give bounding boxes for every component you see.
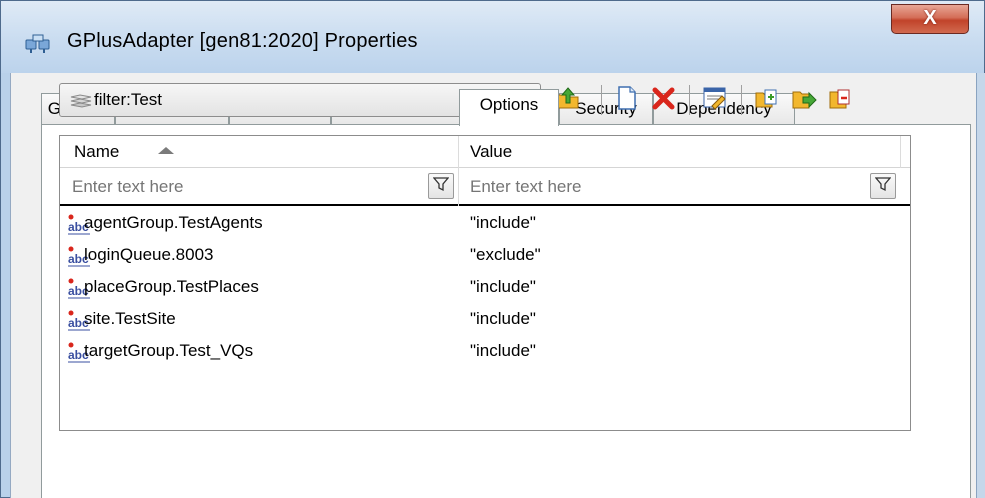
title-bar[interactable]: GPlusAdapter [gen81:2020] Properties X xyxy=(1,1,984,73)
row-name: loginQueue.8003 xyxy=(84,245,214,264)
sort-ascending-icon xyxy=(158,147,174,154)
column-header-value[interactable]: Value xyxy=(470,136,512,168)
toolbar-separator xyxy=(601,85,602,115)
value-filter-input[interactable] xyxy=(470,171,860,203)
sections-icon xyxy=(70,93,92,108)
window-title: GPlusAdapter [gen81:2020] Properties xyxy=(67,30,418,52)
row-value: "exclude" xyxy=(470,245,541,264)
delete-icon xyxy=(651,85,677,116)
table-row[interactable]: abc placeGroup.TestPlaces "include" xyxy=(60,272,910,304)
copy-button[interactable] xyxy=(753,86,781,114)
toolbar-separator xyxy=(741,85,742,115)
grid-filter-row xyxy=(60,168,910,206)
column-divider[interactable] xyxy=(458,136,459,168)
row-value: "include" xyxy=(470,213,536,232)
table-row[interactable]: abc loginQueue.8003 "exclude" xyxy=(60,240,910,272)
section-filter-value: filter:Test xyxy=(94,90,163,109)
row-name: agentGroup.TestAgents xyxy=(84,213,263,232)
close-button[interactable]: X xyxy=(891,4,969,34)
window-border xyxy=(976,73,985,498)
adapter-icon xyxy=(25,31,51,55)
options-grid: Name Value abc a xyxy=(59,135,911,431)
row-name: site.TestSite xyxy=(84,309,176,328)
import-icon xyxy=(791,85,817,116)
filter-icon xyxy=(874,176,892,197)
toolbar-separator xyxy=(689,85,690,115)
properties-dialog: GPlusAdapter [gen81:2020] Properties X G… xyxy=(0,0,985,498)
new-button[interactable] xyxy=(613,85,641,116)
import-button[interactable] xyxy=(790,86,818,114)
tab-options[interactable]: Options xyxy=(459,89,559,126)
filter-icon xyxy=(432,176,450,197)
column-header-name[interactable]: Name xyxy=(74,136,119,168)
column-divider xyxy=(458,168,459,206)
table-row[interactable]: abc targetGroup.Test_VQs "include" xyxy=(60,336,910,368)
name-filter-input[interactable] xyxy=(72,171,422,203)
edit-button[interactable] xyxy=(701,86,729,114)
table-row[interactable]: abc site.TestSite "include" xyxy=(60,304,910,336)
value-filter-button[interactable] xyxy=(870,173,896,199)
row-name: targetGroup.Test_VQs xyxy=(84,341,254,360)
export-icon xyxy=(828,85,854,116)
column-divider[interactable] xyxy=(900,136,901,168)
row-value: "include" xyxy=(470,277,536,296)
row-name: placeGroup.TestPlaces xyxy=(84,277,259,296)
edit-icon xyxy=(702,85,728,116)
name-filter-button[interactable] xyxy=(428,173,454,199)
row-value: "include" xyxy=(470,309,536,328)
new-document-icon xyxy=(616,85,638,116)
row-value: "include" xyxy=(470,341,536,360)
export-button[interactable] xyxy=(827,86,855,114)
grid-header: Name Value xyxy=(60,136,910,168)
delete-button[interactable] xyxy=(650,86,678,114)
table-row[interactable]: abc agentGroup.TestAgents "include" xyxy=(60,208,910,240)
copy-icon xyxy=(754,85,780,116)
